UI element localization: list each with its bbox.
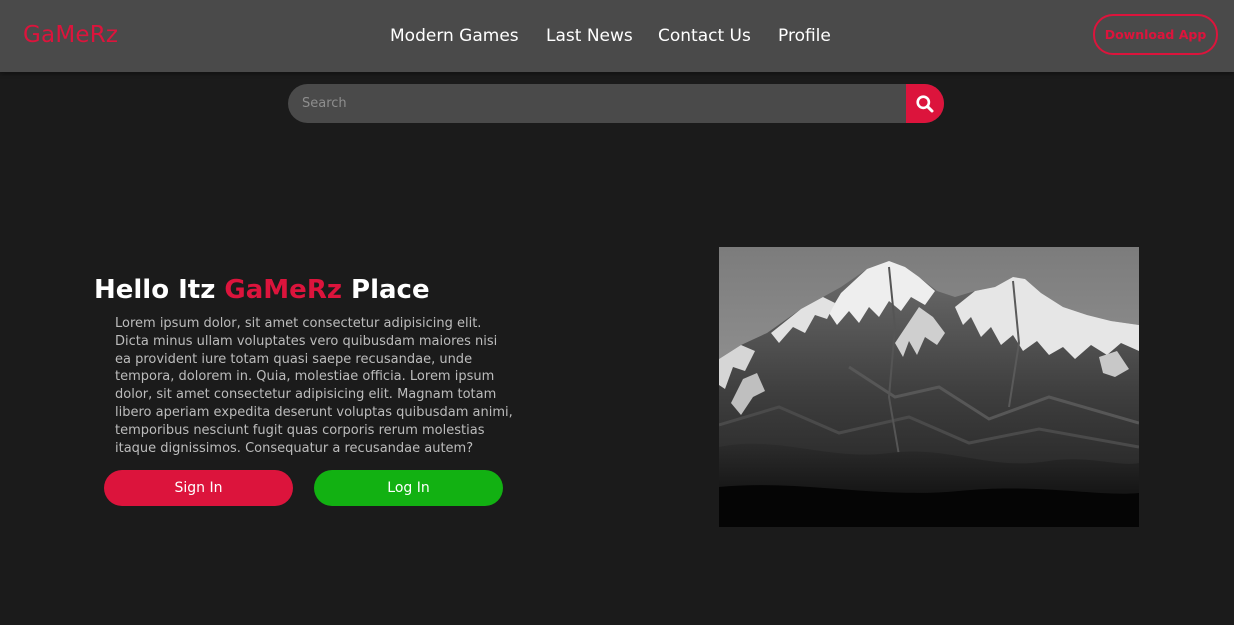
search-input[interactable] — [288, 84, 898, 123]
hero-title: Hello Itz GaMeRz Place — [94, 273, 430, 307]
nav-menu: Modern Games Last News Contact Us Profil… — [0, 22, 1234, 50]
hero-description: Lorem ipsum dolor, sit amet consectetur … — [115, 316, 513, 456]
download-app-button[interactable]: Download App — [1093, 14, 1218, 55]
hero-title-prefix: Hello Itz — [94, 275, 225, 305]
nav-link-modern-games[interactable]: Modern Games — [390, 22, 519, 50]
sign-in-button[interactable]: Sign In — [104, 470, 293, 506]
nav-link-last-news[interactable]: Last News — [546, 22, 633, 50]
search-button[interactable] — [906, 84, 944, 123]
hero-title-brand: GaMeRz — [224, 275, 342, 305]
hero-title-suffix: Place — [341, 275, 430, 305]
navbar: GaMeRz Modern Games Last News Contact Us… — [0, 0, 1234, 72]
nav-link-profile[interactable]: Profile — [778, 22, 831, 50]
log-in-button[interactable]: Log In — [314, 470, 503, 506]
search-icon — [916, 94, 934, 112]
search-bar — [288, 84, 944, 123]
mountain-image — [719, 247, 1139, 527]
nav-link-contact-us[interactable]: Contact Us — [658, 22, 751, 50]
